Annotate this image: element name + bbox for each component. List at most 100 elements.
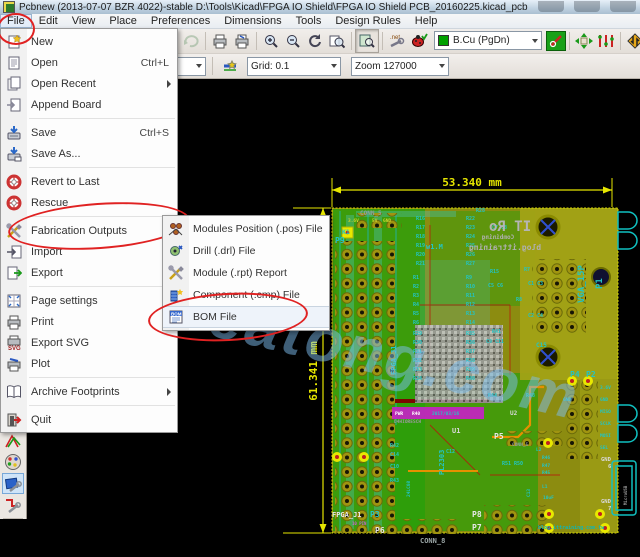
zoom-in-icon[interactable] — [260, 30, 282, 52]
menu-item-export[interactable]: Export — [1, 262, 177, 283]
menu-view[interactable]: View — [65, 14, 103, 28]
menu-item-archive-footprints[interactable]: Archive Footprints — [1, 381, 177, 402]
pcb-label-p7: P7 — [472, 523, 482, 532]
shortcut-label: Ctrl+L — [140, 56, 169, 69]
pcb-label-r46: R46 — [542, 455, 550, 461]
pcb-label-r16: R16 — [416, 216, 425, 222]
pcb-label-c12: C12 — [446, 449, 455, 455]
menu-edit[interactable]: Edit — [32, 14, 65, 28]
ratsnest-icon[interactable] — [2, 431, 24, 451]
menu-item-import[interactable]: Import — [1, 241, 177, 262]
layer-color-swatch — [438, 35, 449, 46]
via-display-toggle[interactable] — [546, 30, 566, 51]
pcb-label-r5: R5 — [413, 311, 419, 317]
menu-preferences[interactable]: Preferences — [144, 14, 217, 28]
find-icon[interactable] — [355, 28, 379, 53]
menu-item-open[interactable]: Open Ctrl+L — [1, 52, 177, 73]
menu-dimensions[interactable]: Dimensions — [217, 14, 288, 28]
zoom-fit-icon[interactable] — [326, 30, 348, 52]
menu-separator — [29, 405, 175, 406]
track-mode-icon[interactable] — [595, 30, 617, 52]
pcb-label-r37: R37 — [466, 349, 475, 355]
zoom-select[interactable]: Zoom 127000 — [351, 56, 449, 76]
track-cleanup-icon[interactable] — [2, 495, 24, 515]
menu-file[interactable]: File — [0, 14, 32, 28]
menu-item-export-svg-label: Export SVG — [31, 336, 90, 349]
page-settings-icon — [1, 293, 27, 309]
menu-item-quit[interactable]: Quit — [1, 409, 177, 430]
plot-icon[interactable] — [231, 30, 253, 52]
window-controls[interactable] — [538, 1, 636, 12]
pcb-label-blog-ittraining-com-tw: blog.ittraining.com.tw — [538, 525, 605, 531]
pcb-label-pwr: PWR — [395, 411, 403, 417]
menu-item-print[interactable]: Print — [1, 311, 177, 332]
netlist-icon[interactable]: .net — [386, 30, 408, 52]
pcb-label-r29: R29 — [413, 331, 422, 337]
grid-select[interactable]: Grid: 0.1 — [247, 56, 341, 76]
maximize-button — [574, 1, 600, 12]
menu-separator — [29, 286, 175, 287]
menu-item-revert-to-last-label: Revert to Last — [31, 175, 100, 188]
menu-item-append-board[interactable]: Append Board — [1, 94, 177, 115]
tools-icon — [1, 222, 27, 239]
menu-item-export-svg[interactable]: SVG Export SVG — [1, 332, 177, 353]
redraw-icon[interactable] — [304, 30, 326, 52]
library-manager-icon[interactable] — [2, 473, 24, 494]
submenu-item-module-rpt-report[interactable]: Module (.rpt) Report — [163, 262, 329, 284]
menu-item-export-label: Export — [31, 266, 63, 279]
menu-item-revert-to-last[interactable]: Revert to Last — [1, 171, 177, 192]
layer-select[interactable]: B.Cu (PgDn) — [434, 31, 542, 50]
pcb-label-r21: R21 — [416, 261, 425, 267]
pcb-label-r19: R19 — [416, 243, 425, 249]
menu-separator — [29, 377, 175, 378]
menu-design-rules[interactable]: Design Rules — [328, 14, 407, 28]
menu-item-save-as-label: Save As... — [31, 147, 81, 160]
pcb-label-gnd: GND — [383, 218, 391, 224]
pcb-label-2017-03-16: 2017/03/16 — [432, 411, 459, 417]
menu-item-rescue[interactable]: Rescue — [1, 192, 177, 213]
print-icon[interactable] — [209, 30, 231, 52]
auto-track-width-icon[interactable] — [219, 55, 241, 77]
submenu-item-component-cmp-file[interactable]: Component (.cmp) File — [163, 284, 329, 306]
menu-item-save-as[interactable]: Save As... — [1, 143, 177, 164]
pcb-label-r31: R31 — [413, 349, 422, 355]
submenu-item-drill-drl-file[interactable]: Drill (.drl) File — [163, 240, 329, 262]
minimize-button — [538, 1, 564, 12]
menu-item-new[interactable]: New — [1, 31, 177, 52]
chevron-down-icon — [196, 64, 202, 68]
footprint-mode-icon[interactable] — [573, 30, 595, 52]
pcb-label-p1: P1 — [595, 278, 605, 289]
pcb-label-r40: R40 — [412, 411, 420, 417]
tools-icon — [163, 265, 189, 281]
doc-open-icon — [1, 55, 27, 71]
menu-item-import-label: Import — [31, 245, 63, 258]
submenu-item-bom-file[interactable]: BOM BOM File — [163, 306, 329, 328]
pcb-label-gnd: GND — [563, 397, 571, 403]
menu-item-save-label: Save — [31, 126, 57, 139]
layer-colors-palette-icon[interactable] — [2, 452, 24, 472]
menu-separator — [29, 167, 175, 168]
pcb-label-r11: R11 — [466, 293, 475, 299]
menu-item-page-settings[interactable]: Page settings — [1, 290, 177, 311]
pcb-label-r20: R20 — [416, 252, 425, 258]
menu-item-save[interactable]: Save Ctrl+S — [1, 122, 177, 143]
menu-item-open-recent[interactable]: Open Recent — [1, 73, 177, 94]
submenu-item-modules-position-pos-file-label: Modules Position (.pos) File — [193, 223, 323, 235]
pcb-label-c15: C15 — [536, 342, 547, 349]
pcb-label-p8: P8 — [472, 510, 482, 519]
menu-help[interactable]: Help — [408, 14, 445, 28]
microwave-tools-icon[interactable] — [624, 30, 640, 52]
drc-ladybug-icon[interactable] — [408, 30, 430, 52]
redo-icon[interactable] — [180, 30, 202, 52]
zoom-select-value: Zoom 127000 — [355, 60, 417, 72]
submenu-item-modules-position-pos-file[interactable]: Modules Position (.pos) File — [163, 218, 329, 240]
pcb-label-p6: P6 — [375, 526, 385, 535]
menu-place[interactable]: Place — [102, 14, 144, 28]
svg-text:BOM: BOM — [171, 312, 182, 317]
menu-item-fabrication-outputs[interactable]: Fabrication Outputs — [1, 220, 177, 241]
menu-item-plot[interactable]: Plot — [1, 353, 177, 374]
menu-tools[interactable]: Tools — [289, 14, 329, 28]
submenu-arrow-icon — [167, 387, 171, 396]
zoom-out-icon[interactable] — [282, 30, 304, 52]
pcb-render: 53.340 mm 61.341 mm CONN_53.6V 5V GNDK1P9F… — [283, 176, 638, 545]
